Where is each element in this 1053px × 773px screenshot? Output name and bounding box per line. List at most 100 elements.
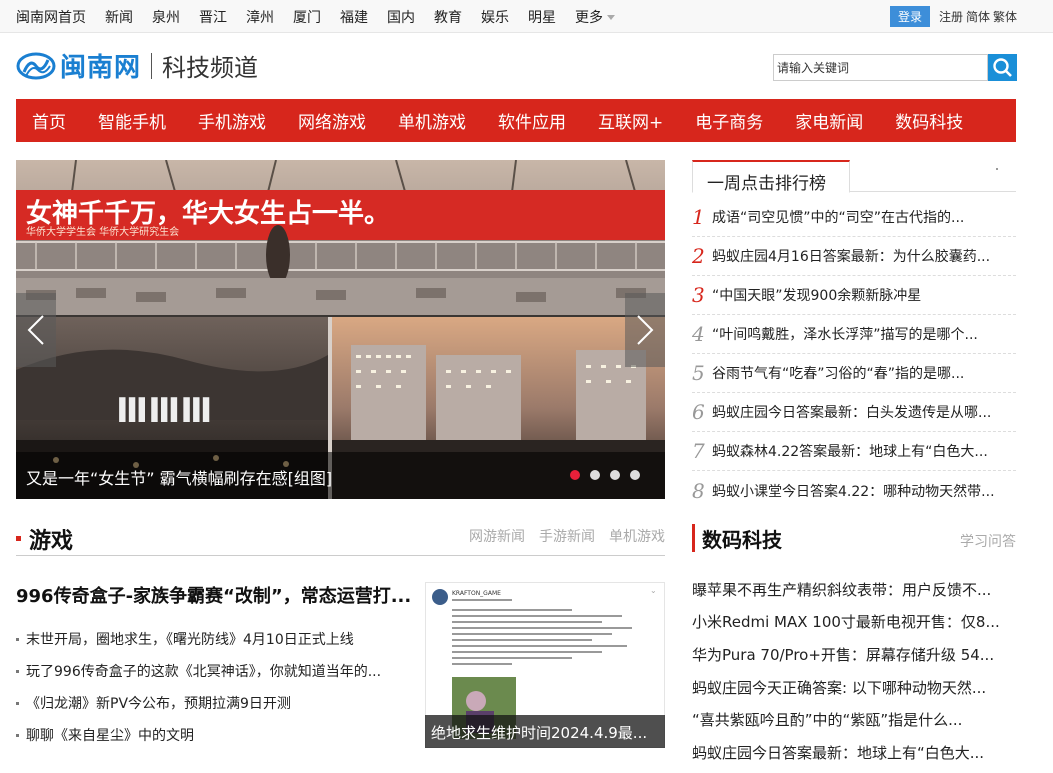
ranking-dot: [996, 168, 998, 170]
ranking-item[interactable]: 6 蚂蚁庄园今日答案最新：白头发遗传是从哪...: [692, 393, 1016, 432]
list-item[interactable]: 玩了996传奇盒子的这款《北冥神话》，你就知道当年的...: [16, 655, 416, 687]
rank-title[interactable]: 蚂蚁庄园今日答案最新：白头发遗传是从哪...: [712, 402, 1012, 422]
rank-title[interactable]: 成语“司空见惯”中的“司空”在古代指的...: [712, 207, 1012, 227]
rank-title[interactable]: “叶间鸣戴胜，泽水长浮萍”描写的是哪个...: [712, 324, 1012, 344]
slider-caption[interactable]: 又是一年“女生节” 霸气横幅刷存在感[组图]: [26, 465, 332, 489]
login-button[interactable]: 登录: [889, 6, 930, 27]
rank-number: 5: [692, 361, 705, 385]
topnav-news[interactable]: 新闻: [105, 7, 133, 27]
study-qa-link[interactable]: 学习问答: [960, 531, 1016, 551]
thumbnail-header: KRAFTON_GAME: [452, 590, 501, 597]
rank-number: 2: [692, 244, 705, 268]
register-link[interactable]: 注册: [939, 8, 963, 25]
mobile-game-news-link[interactable]: 手游新闻: [539, 526, 595, 546]
nav-mobile-games[interactable]: 手机游戏: [198, 108, 266, 133]
slider-dot-2[interactable]: [590, 470, 600, 480]
site-logo[interactable]: 闽南网 科技频道: [16, 47, 258, 84]
list-item[interactable]: 曝苹果不再生产精织斜纹表带：用户反馈不...: [692, 573, 1016, 606]
svg-text:⌄: ⌄: [650, 586, 657, 595]
rank-number: 4: [692, 322, 705, 346]
nav-internet[interactable]: 互联网+: [598, 108, 663, 133]
list-item[interactable]: 蚂蚁庄园今日答案最新：地球上有“白色大...: [692, 736, 1016, 769]
search-button[interactable]: [988, 54, 1017, 81]
rank-number: 1: [692, 205, 705, 229]
games-section-links: 网游新闻 手游新闻 单机游戏: [455, 526, 665, 546]
topnav-more-label: 更多: [575, 9, 603, 26]
ranking-item[interactable]: 2 蚂蚁庄园4月16日答案最新：为什么胶囊药...: [692, 237, 1016, 276]
topnav-entertainment[interactable]: 娱乐: [481, 7, 509, 27]
online-game-news-link[interactable]: 网游新闻: [469, 526, 525, 546]
slide-image: 女神千千万，华大女生占一半。 华侨大学学生会 华侨大学研究生会 ⅢⅢⅢ: [16, 160, 665, 499]
list-item[interactable]: 《归龙潮》新PV今公布，预期拉满9日开测: [16, 687, 416, 719]
rank-title[interactable]: 谷雨节气有“吃春”习俗的“春”指的是哪...: [712, 363, 1012, 383]
topnav-home[interactable]: 闽南网首页: [16, 7, 86, 27]
games-lead-headline[interactable]: 996传奇盒子-家族争霸赛“改制”，常态运营打...: [16, 582, 418, 608]
topnav-stars[interactable]: 明星: [528, 7, 556, 27]
ranking-list: 1 成语“司空见惯”中的“司空”在古代指的... 2 蚂蚁庄园4月16日答案最新：为…: [692, 198, 1016, 510]
list-item[interactable]: 小米Redmi MAX 100寸最新电视开售：仅8...: [692, 606, 1016, 639]
topnav-jinjiang[interactable]: 晋江: [199, 7, 227, 27]
rank-number: 7: [692, 439, 705, 463]
rank-title[interactable]: “中国天眼”发现900余颗新脉冲星: [712, 285, 1012, 305]
logo-divider: [151, 52, 153, 79]
nav-single-games[interactable]: 单机游戏: [398, 108, 466, 133]
list-item[interactable]: 蚂蚁庄园今天正确答案: 以下哪种动物天然...: [692, 671, 1016, 704]
topnav-domestic[interactable]: 国内: [387, 7, 415, 27]
topnav-quanzhou[interactable]: 泉州: [152, 7, 180, 27]
list-item[interactable]: “喜共紫瓯吟且酌”中的“紫瓯”指是什么...: [692, 703, 1016, 736]
nav-smartphones[interactable]: 智能手机: [98, 108, 166, 133]
ranking-item[interactable]: 7 蚂蚁森林4.22答案最新：地球上有“白色大...: [692, 432, 1016, 471]
channel-title: 科技频道: [162, 54, 259, 82]
simplified-link[interactable]: 简体: [966, 8, 990, 25]
traditional-link[interactable]: 繁体: [993, 8, 1017, 25]
list-bullet: [16, 701, 19, 705]
logo-text: 闽南网: [60, 53, 142, 83]
digital-section-title[interactable]: 数码科技: [702, 524, 782, 553]
rank-number: 3: [692, 283, 705, 307]
nav-software[interactable]: 软件应用: [498, 108, 566, 133]
ranking-item[interactable]: 3 “中国天眼”发现900余颗新脉冲星: [692, 276, 1016, 315]
rank-title[interactable]: 蚂蚁森林4.22答案最新：地球上有“白色大...: [712, 441, 1012, 461]
top-nav: 闽南网首页 新闻 泉州 晋江 漳州 厦门 福建 国内 教育 娱乐 明星 更多: [16, 0, 634, 33]
ranking-item[interactable]: 5 谷雨节气有“吃春”习俗的“春”指的是哪...: [692, 354, 1016, 393]
slider-dot-4[interactable]: [630, 470, 640, 480]
rank-title[interactable]: 蚂蚁庄园4月16日答案最新：为什么胶囊药...: [712, 246, 1012, 266]
list-item[interactable]: 华为Pura 70/Pro+开售：屏幕存储升级 54...: [692, 638, 1016, 671]
slider-next-button[interactable]: [625, 293, 665, 367]
topnav-fujian[interactable]: 福建: [340, 7, 368, 27]
chevron-left-icon: [27, 315, 44, 345]
rank-title[interactable]: 蚂蚁小课堂今日答案4.22：哪种动物天然带...: [712, 481, 1012, 501]
rank-number: 6: [692, 400, 705, 424]
topnav-more[interactable]: 更多: [575, 7, 615, 27]
slider-prev-button[interactable]: [16, 293, 56, 367]
thumbnail-caption[interactable]: 绝地求生维护时间2024.4.9最...: [431, 722, 657, 743]
news-slider[interactable]: 女神千千万，华大女生占一半。 华侨大学学生会 华侨大学研究生会 ⅢⅢⅢ: [16, 160, 665, 499]
digital-news-list: 曝苹果不再生产精织斜纹表带：用户反馈不... 小米Redmi MAX 100寸最…: [692, 573, 1016, 769]
ranking-item[interactable]: 1 成语“司空见惯”中的“司空”在古代指的...: [692, 198, 1016, 237]
ranking-item[interactable]: 4 “叶间鸣戴胜，泽水长浮萍”描写的是哪个...: [692, 315, 1016, 354]
nav-appliance-news[interactable]: 家电新闻: [795, 108, 863, 133]
section-accent-bar: [692, 524, 695, 552]
single-game-link[interactable]: 单机游戏: [609, 526, 665, 546]
main-nav: 首页 智能手机 手机游戏 网络游戏 单机游戏 软件应用 互联网+ 电子商务 家电…: [16, 99, 1016, 142]
slider-dot-3[interactable]: [610, 470, 620, 480]
list-item-text[interactable]: 玩了996传奇盒子的这款《北冥神话》，你就知道当年的...: [26, 661, 381, 681]
list-item-text[interactable]: 末世开局，圈地求生，《曙光防线》4月10日正式上线: [26, 629, 354, 649]
topnav-education[interactable]: 教育: [434, 7, 462, 27]
nav-digital-tech[interactable]: 数码科技: [895, 108, 963, 133]
topnav-xiamen[interactable]: 厦门: [293, 7, 321, 27]
list-item-text[interactable]: 《归龙潮》新PV今公布，预期拉满9日开测: [26, 693, 291, 713]
ranking-item[interactable]: 8 蚂蚁小课堂今日答案4.22：哪种动物天然带...: [692, 471, 1016, 510]
ranking-tab[interactable]: 一周点击排行榜: [692, 160, 850, 194]
nav-online-games[interactable]: 网络游戏: [298, 108, 366, 133]
slider-dot-1[interactable]: [570, 470, 580, 480]
games-section-title[interactable]: 游戏: [29, 523, 73, 555]
list-bullet: [16, 733, 19, 737]
list-item[interactable]: 末世开局，圈地求生，《曙光防线》4月10日正式上线: [16, 623, 416, 655]
nav-home[interactable]: 首页: [32, 108, 66, 133]
search-input[interactable]: [773, 54, 988, 81]
topnav-zhangzhou[interactable]: 漳州: [246, 7, 274, 27]
list-item-text[interactable]: 聊聊《来自星尘》中的文明: [26, 725, 194, 745]
list-item[interactable]: 聊聊《来自星尘》中的文明: [16, 719, 416, 751]
nav-ecommerce[interactable]: 电子商务: [695, 108, 763, 133]
